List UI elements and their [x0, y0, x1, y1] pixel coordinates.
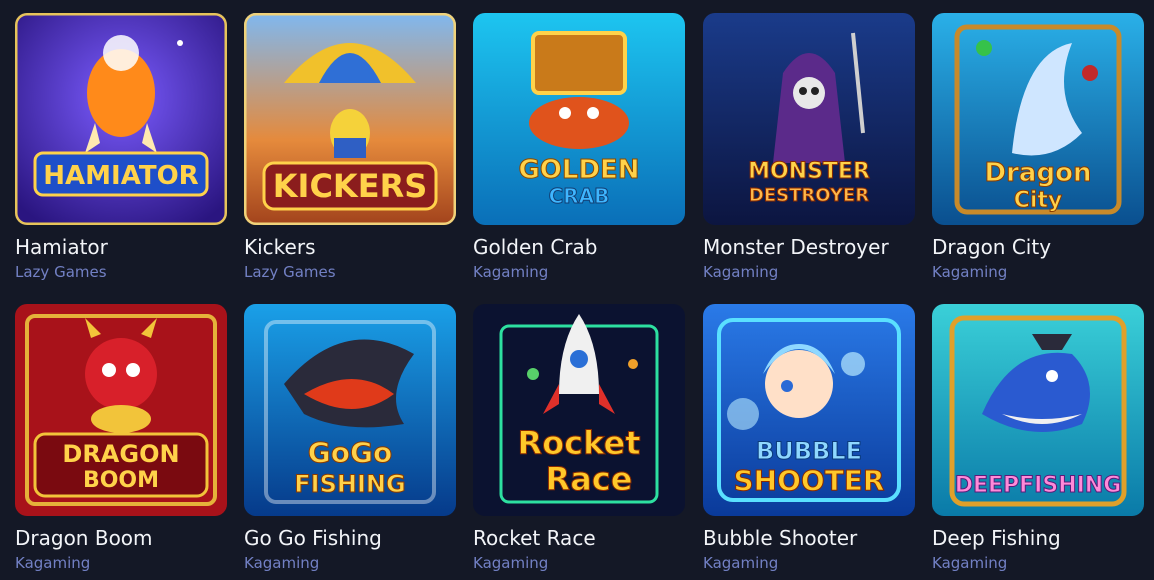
dragon-boom-logo-text: DRAGON	[62, 440, 179, 468]
game-provider[interactable]: Kagaming	[473, 554, 685, 572]
game-card-hamiator[interactable]: HAMIATOR Hamiator Lazy Games	[15, 13, 227, 281]
go-go-fishing-artwork: GoGo FISHING	[244, 304, 456, 516]
bubble-shooter-logo-text: BUBBLE	[756, 437, 862, 465]
game-title[interactable]: Golden Crab	[473, 235, 685, 259]
game-card-dragon-city[interactable]: Dragon City Dragon City Kagaming	[932, 13, 1144, 281]
game-card-kickers[interactable]: KICKERS Kickers Lazy Games	[244, 13, 456, 281]
dragon-city-artwork: Dragon City	[932, 13, 1144, 225]
rocket-race-logo-text-2: Race	[546, 460, 633, 498]
game-provider[interactable]: Kagaming	[473, 263, 685, 281]
game-provider[interactable]: Kagaming	[703, 263, 915, 281]
game-thumbnail[interactable]: Dragon City	[932, 13, 1144, 225]
rocket-race-logo-text: Rocket	[517, 424, 640, 462]
game-title[interactable]: Kickers	[244, 235, 456, 259]
deep-fishing-logo-text: DEEPFISHING	[955, 473, 1122, 498]
golden-crab-logo-text-2: CRAB	[549, 184, 610, 208]
game-card-go-go-fishing[interactable]: GoGo FISHING Go Go Fishing Kagaming	[244, 304, 456, 572]
game-title[interactable]: Monster Destroyer	[703, 235, 915, 259]
go-go-fishing-logo-text: GoGo	[308, 436, 392, 469]
monster-destroyer-logo-text-2: DESTROYER	[749, 185, 869, 206]
dragon-city-logo-text: Dragon	[985, 158, 1092, 188]
deep-fishing-artwork: DEEPFISHING	[932, 304, 1144, 516]
game-title[interactable]: Hamiator	[15, 235, 227, 259]
game-thumbnail[interactable]: GOLDEN CRAB	[473, 13, 685, 225]
bubble-shooter-artwork: BUBBLE SHOOTER	[703, 304, 915, 516]
game-provider[interactable]: Kagaming	[932, 263, 1144, 281]
game-provider[interactable]: Kagaming	[932, 554, 1144, 572]
monster-destroyer-artwork: MONSTER DESTROYER	[703, 13, 915, 225]
game-card-deep-fishing[interactable]: DEEPFISHING Deep Fishing Kagaming	[932, 304, 1144, 572]
golden-crab-logo-text: GOLDEN	[518, 155, 639, 185]
game-card-dragon-boom[interactable]: DRAGON BOOM Dragon Boom Kagaming	[15, 304, 227, 572]
game-provider[interactable]: Kagaming	[15, 554, 227, 572]
golden-crab-artwork: GOLDEN CRAB	[473, 13, 685, 225]
game-title[interactable]: Deep Fishing	[932, 526, 1144, 550]
hamiator-artwork: HAMIATOR	[15, 13, 227, 225]
dragon-city-logo-text-2: City	[1014, 188, 1063, 213]
bubble-shooter-logo-text-2: SHOOTER	[734, 464, 885, 497]
game-thumbnail[interactable]: DRAGON BOOM	[15, 304, 227, 516]
game-title[interactable]: Dragon Boom	[15, 526, 227, 550]
game-card-monster-destroyer[interactable]: MONSTER DESTROYER Monster Destroyer Kaga…	[703, 13, 915, 281]
game-provider[interactable]: Kagaming	[703, 554, 915, 572]
game-grid: HAMIATOR Hamiator Lazy Games KICKERS Kic…	[0, 0, 1154, 580]
game-card-golden-crab[interactable]: GOLDEN CRAB Golden Crab Kagaming	[473, 13, 685, 281]
game-thumbnail[interactable]: HAMIATOR	[15, 13, 227, 225]
hamiator-logo-text: HAMIATOR	[43, 161, 198, 191]
game-title[interactable]: Dragon City	[932, 235, 1144, 259]
dragon-boom-logo-text-2: BOOM	[83, 468, 159, 493]
game-thumbnail[interactable]: BUBBLE SHOOTER	[703, 304, 915, 516]
kickers-logo-text: KICKERS	[273, 167, 428, 205]
game-card-bubble-shooter[interactable]: BUBBLE SHOOTER Bubble Shooter Kagaming	[703, 304, 915, 572]
rocket-race-artwork: Rocket Race	[473, 304, 685, 516]
dragon-boom-artwork: DRAGON BOOM	[15, 304, 227, 516]
game-thumbnail[interactable]: Rocket Race	[473, 304, 685, 516]
kickers-artwork: KICKERS	[244, 13, 456, 225]
game-card-rocket-race[interactable]: Rocket Race Rocket Race Kagaming	[473, 304, 685, 572]
game-thumbnail[interactable]: KICKERS	[244, 13, 456, 225]
game-provider[interactable]: Kagaming	[244, 554, 456, 572]
game-provider[interactable]: Lazy Games	[15, 263, 227, 281]
go-go-fishing-logo-text-2: FISHING	[294, 470, 405, 498]
monster-destroyer-logo-text: MONSTER	[748, 159, 870, 184]
game-thumbnail[interactable]: DEEPFISHING	[932, 304, 1144, 516]
game-title[interactable]: Rocket Race	[473, 526, 685, 550]
game-title[interactable]: Go Go Fishing	[244, 526, 456, 550]
game-thumbnail[interactable]: GoGo FISHING	[244, 304, 456, 516]
game-provider[interactable]: Lazy Games	[244, 263, 456, 281]
game-thumbnail[interactable]: MONSTER DESTROYER	[703, 13, 915, 225]
game-title[interactable]: Bubble Shooter	[703, 526, 915, 550]
